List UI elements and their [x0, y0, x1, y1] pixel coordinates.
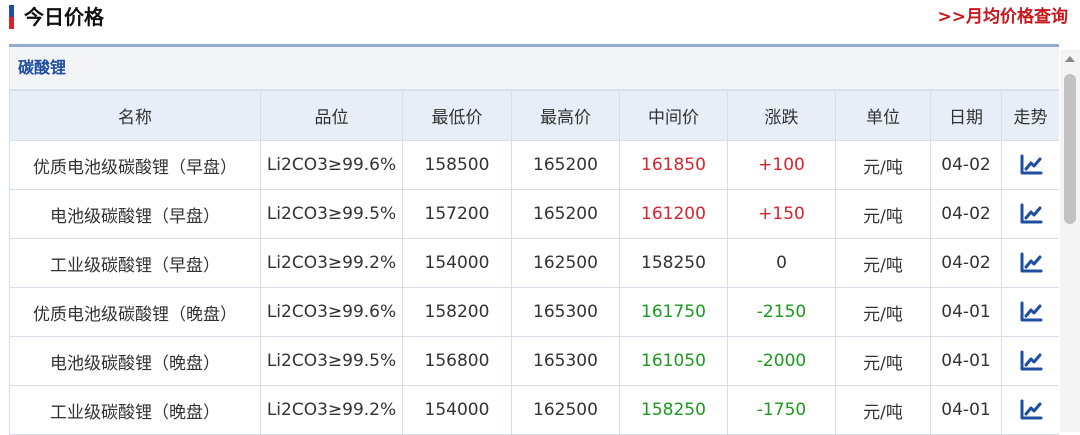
cell-trend[interactable] — [1001, 238, 1059, 288]
cell-grade: Li2CO3≥99.2% — [260, 238, 403, 288]
cell-grade: Li2CO3≥99.6% — [260, 287, 403, 337]
cell-high-price: 165300 — [511, 336, 620, 386]
cell-grade: Li2CO3≥99.5% — [260, 189, 403, 239]
col-header-change: 涨跌 — [727, 90, 836, 141]
cell-change: +100 — [727, 140, 836, 190]
cell-unit: 元/吨 — [835, 189, 931, 239]
cell-name: 优质电池级碳酸锂（早盘） — [9, 140, 261, 190]
cell-date: 04-01 — [930, 336, 1002, 386]
cell-change: -2000 — [727, 336, 836, 386]
table-row: 工业级碳酸锂（晚盘） Li2CO3≥99.2% 154000 162500 158250… — [9, 385, 1059, 435]
cell-high-price: 162500 — [511, 238, 620, 288]
scrollbar-thumb[interactable] — [1064, 74, 1076, 224]
table-row: 优质电池级碳酸锂（早盘） Li2CO3≥99.6% 158500 165200 1618… — [9, 140, 1059, 190]
cell-name: 工业级碳酸锂（早盘） — [9, 238, 261, 288]
cell-change: +150 — [727, 189, 836, 239]
cell-high-price: 165200 — [511, 189, 620, 239]
table-row: 电池级碳酸锂（晚盘） Li2CO3≥99.5% 156800 165300 161050… — [9, 336, 1059, 386]
cell-date: 04-01 — [930, 287, 1002, 337]
cell-name: 电池级碳酸锂（晚盘） — [9, 336, 261, 386]
cell-unit: 元/吨 — [835, 287, 931, 337]
cell-low-price: 157200 — [402, 189, 512, 239]
cell-low-price: 154000 — [402, 385, 512, 435]
cell-mid-price: 158250 — [619, 385, 728, 435]
cell-trend[interactable] — [1001, 287, 1059, 337]
monthly-price-link[interactable]: >>月均价格查询 — [938, 3, 1069, 31]
cell-mid-price: 161050 — [619, 336, 728, 386]
table-header-row: 名称 品位 最低价 最高价 中间价 涨跌 单位 日期 走势 — [9, 90, 1059, 141]
cell-mid-price: 158250 — [619, 238, 728, 288]
trend-chart-icon[interactable] — [1019, 350, 1043, 372]
scroll-up-arrow-icon[interactable] — [1065, 56, 1075, 62]
cell-change: 0 — [727, 238, 836, 288]
cell-trend[interactable] — [1001, 189, 1059, 239]
cell-change: -2150 — [727, 287, 836, 337]
trend-chart-icon[interactable] — [1019, 154, 1043, 176]
cell-name: 优质电池级碳酸锂（晚盘） — [9, 287, 261, 337]
cell-trend[interactable] — [1001, 140, 1059, 190]
cell-date: 04-02 — [930, 238, 1002, 288]
cell-grade: Li2CO3≥99.6% — [260, 140, 403, 190]
cell-grade: Li2CO3≥99.5% — [260, 336, 403, 386]
vertical-scrollbar[interactable] — [1060, 50, 1080, 432]
col-header-low: 最低价 — [402, 90, 512, 141]
trend-chart-icon[interactable] — [1019, 252, 1043, 274]
col-header-mid: 中间价 — [619, 90, 728, 141]
price-table: 名称 品位 最低价 最高价 中间价 涨跌 单位 日期 走势 优质电池级碳酸锂（早… — [9, 90, 1059, 435]
col-header-high: 最高价 — [511, 90, 620, 141]
cell-unit: 元/吨 — [835, 238, 931, 288]
cell-unit: 元/吨 — [835, 336, 931, 386]
cell-low-price: 154000 — [402, 238, 512, 288]
cell-low-price: 158500 — [402, 140, 512, 190]
trend-chart-icon[interactable] — [1019, 301, 1043, 323]
cell-mid-price: 161850 — [619, 140, 728, 190]
page-title: 今日价格 — [24, 5, 104, 29]
cell-mid-price: 161750 — [619, 287, 728, 337]
price-panel: 碳酸锂 名称 品位 最低价 最高价 中间价 涨跌 单位 日期 走势 优质电池级碳… — [9, 44, 1059, 435]
cell-date: 04-02 — [930, 189, 1002, 239]
table-row: 工业级碳酸锂（早盘） Li2CO3≥99.2% 154000 162500 158250… — [9, 238, 1059, 288]
table-row: 电池级碳酸锂（早盘） Li2CO3≥99.5% 157200 165200 161200… — [9, 189, 1059, 239]
cell-mid-price: 161200 — [619, 189, 728, 239]
col-header-name: 名称 — [9, 90, 261, 141]
cell-name: 工业级碳酸锂（晚盘） — [9, 385, 261, 435]
cell-change: -1750 — [727, 385, 836, 435]
cell-trend[interactable] — [1001, 336, 1059, 386]
cell-unit: 元/吨 — [835, 140, 931, 190]
col-header-grade: 品位 — [260, 90, 403, 141]
cell-high-price: 165200 — [511, 140, 620, 190]
table-row: 优质电池级碳酸锂（晚盘） Li2CO3≥99.6% 158200 165300 1617… — [9, 287, 1059, 337]
cell-unit: 元/吨 — [835, 385, 931, 435]
section-header: 今日价格 >>月均价格查询 — [0, 0, 1080, 44]
cell-low-price: 158200 — [402, 287, 512, 337]
cell-name: 电池级碳酸锂（早盘） — [9, 189, 261, 239]
cell-high-price: 162500 — [511, 385, 620, 435]
col-header-unit: 单位 — [835, 90, 931, 141]
cell-high-price: 165300 — [511, 287, 620, 337]
col-header-trend: 走势 — [1001, 90, 1059, 141]
category-title: 碳酸锂 — [9, 47, 1059, 90]
title-accent-bar — [9, 5, 14, 29]
cell-date: 04-02 — [930, 140, 1002, 190]
trend-chart-icon[interactable] — [1019, 203, 1043, 225]
cell-date: 04-01 — [930, 385, 1002, 435]
trend-chart-icon[interactable] — [1019, 399, 1043, 421]
cell-trend[interactable] — [1001, 385, 1059, 435]
cell-low-price: 156800 — [402, 336, 512, 386]
col-header-date: 日期 — [930, 90, 1002, 141]
cell-grade: Li2CO3≥99.2% — [260, 385, 403, 435]
